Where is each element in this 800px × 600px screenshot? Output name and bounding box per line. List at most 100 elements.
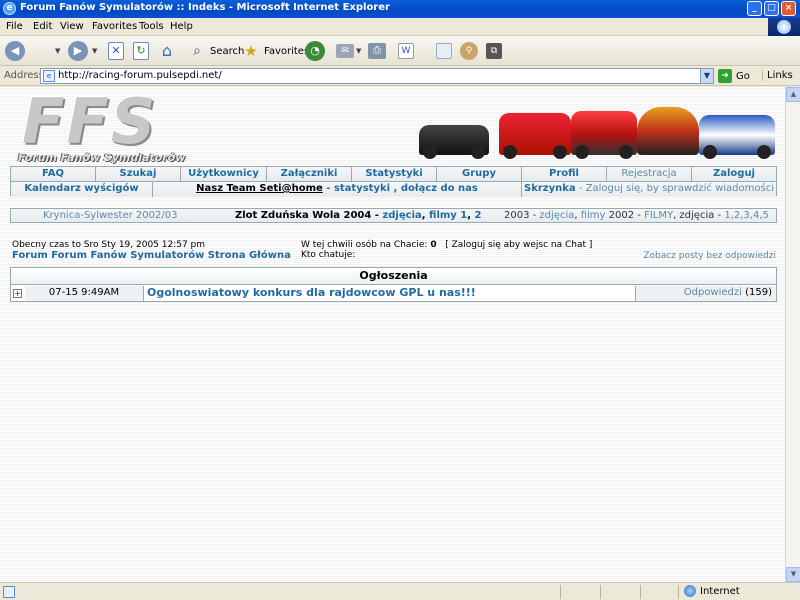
- edit-page-icon: W: [398, 43, 414, 59]
- inbox-login-msg[interactable]: - Zaloguj się, by sprawdzić wiadomości: [576, 183, 774, 194]
- event-sep: -: [371, 210, 383, 221]
- event-2002-filmy-link[interactable]: FILMY: [644, 210, 673, 221]
- search-label: Search: [210, 45, 245, 57]
- nav-register[interactable]: Rejestracja: [607, 167, 692, 181]
- event-zdunska-wola: Zlot Zduńska Wola 2004 - zdjęcia, filmy …: [235, 210, 482, 221]
- nav-groups[interactable]: Grupy: [437, 167, 522, 181]
- messenger-icon: ⧉: [486, 43, 502, 59]
- nav-search[interactable]: Szukaj: [96, 167, 181, 181]
- back-arrow-icon: ◀: [5, 41, 25, 61]
- mail-dropdown-icon[interactable]: ▼: [356, 47, 361, 55]
- event-zdunska-photos-link[interactable]: zdjęcia: [382, 210, 421, 221]
- vertical-scrollbar[interactable]: ▲ ▼: [785, 87, 800, 582]
- menu-help[interactable]: Help: [170, 21, 193, 32]
- go-label: Go: [736, 70, 750, 82]
- internet-globe-icon: [684, 585, 696, 597]
- announcement-topic-link[interactable]: Ogolnoswiatowy konkurs dla rajdowcow GPL…: [144, 286, 636, 301]
- replies-count: (159): [745, 287, 772, 298]
- table-row: + 07-15 9:49AM Ogolnoswiatowy konkurs dl…: [11, 286, 776, 301]
- toolbar: ◀ ▼ ▶ ▼ ✕ ↻ ⌂ ⌕ Search ★ Favorites ◔ ✉ ▼…: [0, 36, 800, 66]
- chat-status: W tej chwili osób na Chacie: 0 [ Zaloguj…: [301, 240, 592, 250]
- forum-logo[interactable]: FFS Forum Fanów Symulatorów: [18, 87, 233, 167]
- events-bar: Krynica-Sylwester 2002/03 Zlot Zduńska W…: [10, 208, 777, 223]
- event-zdunska-films1-link[interactable]: filmy 1: [429, 210, 467, 221]
- nav-login[interactable]: Zaloguj: [692, 167, 776, 181]
- menu-tools[interactable]: Tools: [139, 21, 164, 32]
- menu-favorites[interactable]: Favorites: [92, 21, 137, 32]
- research-icon: ⚲: [460, 42, 478, 60]
- logo-subtitle: Forum Fanów Symulatorów: [18, 151, 186, 164]
- menu-edit[interactable]: Edit: [33, 21, 52, 32]
- nav-attachments[interactable]: Załączniki: [267, 167, 352, 181]
- security-zone[interactable]: Internet: [684, 585, 740, 597]
- racing-cars-banner: [419, 101, 775, 159]
- menu-view[interactable]: View: [60, 21, 84, 32]
- messenger-button[interactable]: ⧉: [486, 40, 502, 62]
- replies-link[interactable]: Odpowiedzi: [684, 287, 742, 298]
- forum-index-link[interactable]: Forum Forum Fanów Symulatorów Strona Głó…: [12, 250, 291, 261]
- car-image: [637, 107, 699, 155]
- back-button[interactable]: ◀ ▼: [5, 40, 60, 62]
- page-icon: e: [43, 70, 55, 82]
- forward-button[interactable]: ▶ ▼: [68, 40, 97, 62]
- history-button[interactable]: ◔: [305, 40, 325, 62]
- forward-dropdown-icon[interactable]: ▼: [92, 47, 97, 55]
- title-bar[interactable]: e Forum Fanów Symulatorów :: Indeks - Mi…: [0, 0, 800, 18]
- address-dropdown-icon[interactable]: ▼: [700, 68, 714, 84]
- links-button[interactable]: Links: [762, 70, 793, 81]
- scroll-up-icon[interactable]: ▲: [786, 87, 800, 102]
- research-button[interactable]: ⚲: [460, 40, 478, 62]
- event-2003-photos-link[interactable]: zdjęcia: [539, 210, 574, 221]
- expand-toggle-icon[interactable]: +: [13, 289, 22, 298]
- favorites-star-icon: ★: [244, 42, 258, 60]
- zone-label: Internet: [700, 585, 740, 597]
- seti-stats-link[interactable]: statystyki: [334, 183, 390, 194]
- event-2002-label: 2002 -: [605, 210, 645, 221]
- edit-button[interactable]: W: [398, 40, 414, 62]
- mail-button[interactable]: ✉ ▼: [336, 40, 361, 62]
- inbox-link[interactable]: Skrzynka: [524, 183, 576, 194]
- seti-sep: -: [322, 183, 334, 194]
- seti-join-link[interactable]: dołącz do nas: [401, 183, 478, 194]
- menu-bar: File Edit View Favorites Tools Help: [0, 18, 800, 36]
- discuss-button[interactable]: [436, 40, 452, 62]
- go-button[interactable]: ➜ Go: [718, 68, 750, 84]
- print-button[interactable]: ⎙: [368, 40, 386, 62]
- address-bar: Address e http://racing-forum.pulsepdi.n…: [0, 66, 800, 86]
- event-2002-photo-pages-link[interactable]: 1,2,3,4,5: [724, 210, 769, 221]
- maximize-button[interactable]: □: [764, 1, 779, 16]
- announcements-table: Ogłoszenia + 07-15 9:49AM Ogolnoswiatowy…: [10, 267, 777, 302]
- stop-button[interactable]: ✕: [108, 40, 124, 62]
- unanswered-posts-link[interactable]: Zobacz posty bez odpowiedzi: [643, 251, 776, 261]
- event-zdunska-films2-link[interactable]: 2: [475, 210, 482, 221]
- chat-login-link[interactable]: [ Zaloguj się aby wejsc na Chat ]: [445, 240, 592, 250]
- event-2003-films-link[interactable]: filmy: [581, 210, 606, 221]
- address-url[interactable]: http://racing-forum.pulsepdi.net/: [58, 70, 222, 81]
- announcement-replies: Odpowiedzi (159): [636, 286, 776, 301]
- scroll-down-icon[interactable]: ▼: [786, 567, 800, 582]
- search-button[interactable]: ⌕ Search: [187, 40, 244, 62]
- nav-statistics[interactable]: Statystyki: [352, 167, 437, 181]
- event-krynica-link[interactable]: Krynica-Sylwester 2002/03: [43, 210, 177, 221]
- favorites-button[interactable]: ★ Favorites: [241, 40, 309, 62]
- nav-profile[interactable]: Profil: [522, 167, 607, 181]
- back-dropdown-icon[interactable]: ▼: [55, 47, 60, 55]
- home-button[interactable]: ⌂: [157, 40, 177, 62]
- window-title: Forum Fanów Symulatorów :: Indeks - Micr…: [20, 2, 390, 13]
- address-input[interactable]: e http://racing-forum.pulsepdi.net/: [40, 68, 714, 84]
- event-2003-label: 2003 -: [504, 210, 540, 221]
- nav-race-calendar[interactable]: Kalendarz wyścigów: [11, 182, 153, 197]
- minimize-button[interactable]: _: [747, 1, 762, 16]
- nav-faq[interactable]: FAQ: [11, 167, 96, 181]
- close-button[interactable]: ×: [781, 1, 796, 16]
- go-arrow-icon: ➜: [718, 69, 732, 83]
- seti-comma: ,: [390, 183, 401, 194]
- event-comma: ,: [421, 210, 430, 221]
- print-icon: ⎙: [368, 43, 386, 59]
- menu-file[interactable]: File: [6, 21, 23, 32]
- nav-users[interactable]: Użytkownicy: [181, 167, 267, 181]
- ie-app-icon[interactable]: e: [3, 2, 16, 15]
- seti-team-link[interactable]: Nasz Team Seti@home: [196, 183, 323, 194]
- windows-logo-icon: [768, 18, 800, 36]
- refresh-button[interactable]: ↻: [133, 40, 149, 62]
